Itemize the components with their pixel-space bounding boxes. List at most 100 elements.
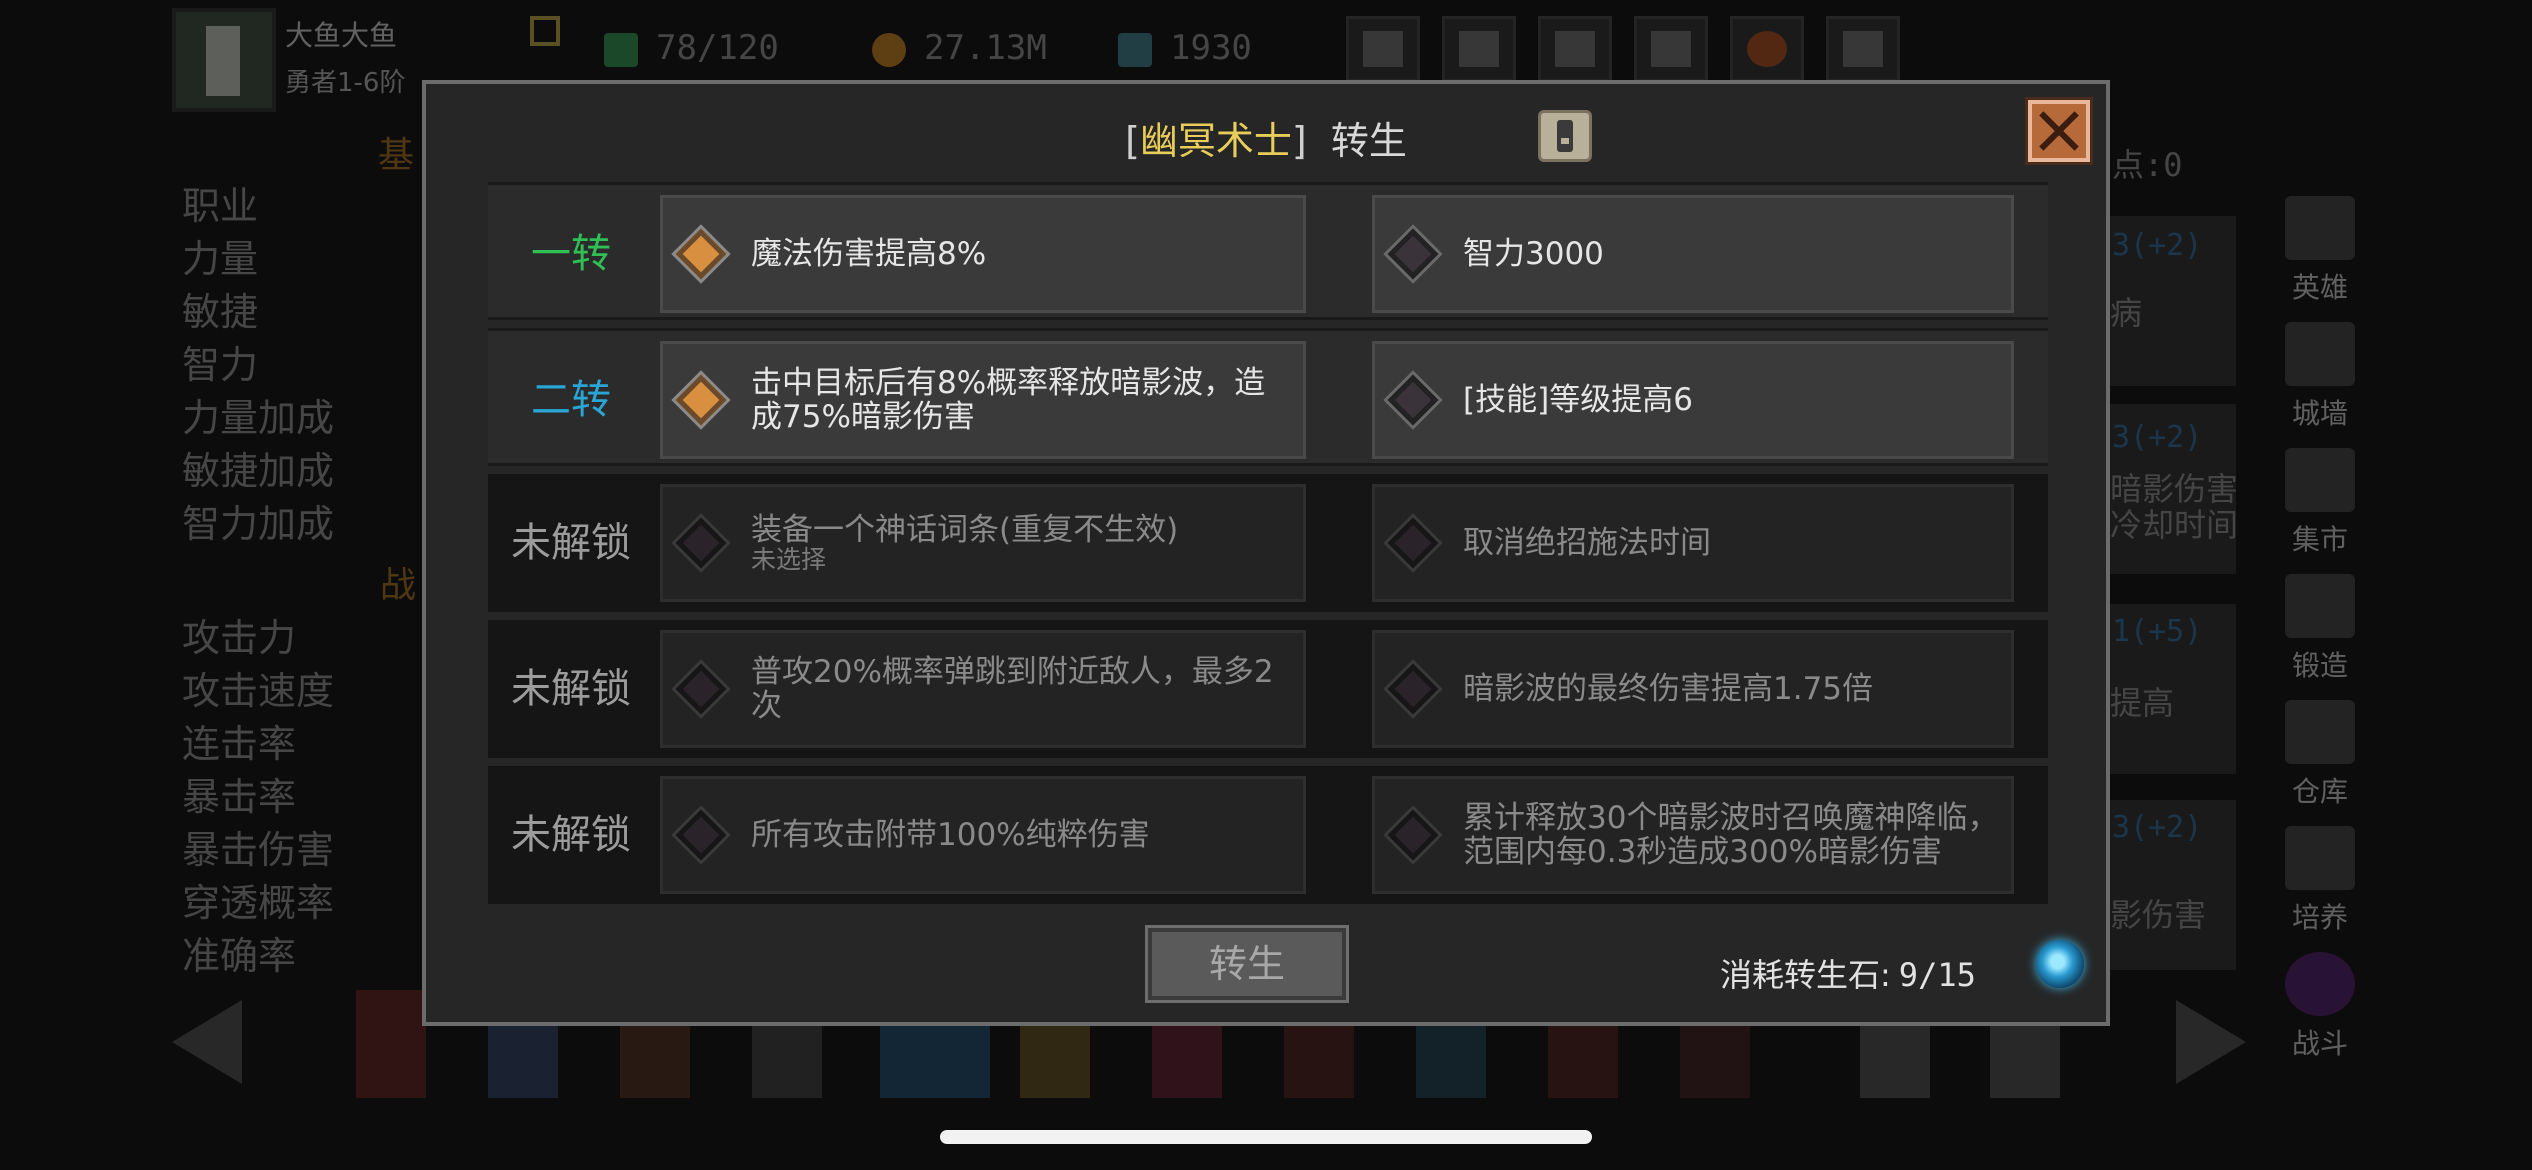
diamond-icon <box>1387 663 1439 715</box>
nav-market[interactable]: 集市 <box>2268 448 2372 560</box>
diamond-icon <box>675 517 727 569</box>
stat-label: 连击率 <box>182 722 297 766</box>
tier-option-right[interactable]: 取消绝招施法时间 <box>1372 484 2014 602</box>
diamond-selected-icon <box>675 374 727 426</box>
skill-desc: 冷却时间 <box>2110 506 2239 544</box>
diamond-icon <box>675 663 727 715</box>
skill-level-plus: 3(+2) <box>2112 810 2203 845</box>
section-battle-heading: 战 <box>380 565 417 606</box>
rebirth-stone-icon <box>2036 940 2084 988</box>
diamond-icon <box>675 809 727 861</box>
gem-resource: 1930 <box>1118 28 1252 68</box>
settings-gear-icon <box>1651 31 1691 67</box>
next-hero-arrow-icon[interactable] <box>2176 1000 2246 1084</box>
spider-web-icon <box>1843 31 1883 67</box>
diamond-icon <box>1387 517 1439 569</box>
shop-button[interactable] <box>1346 16 1420 82</box>
battle-stat-list: 攻击力 攻击速度 连击率 暴击率 暴击伤害 穿透概率 准确率 <box>182 612 334 983</box>
energy-resource: 78/120 <box>604 28 779 68</box>
stat-label: 智力加成 <box>182 502 335 546</box>
rebirth-button[interactable]: 转生 <box>1145 925 1349 1003</box>
nav-train[interactable]: 培养 <box>2268 826 2372 938</box>
stat-label: 攻击速度 <box>182 669 335 713</box>
nav-hero[interactable]: 英雄 <box>2268 196 2372 308</box>
tier-row-locked: 未解锁 普攻20%概率弹跳到附近敌人，最多2次 暗影波的最终伤害提高1.75倍 <box>488 620 2048 758</box>
option-text: 累计释放30个暗影波时召唤魔神降临，范围内每0.3秒造成300%暗影伤害 <box>1463 800 1999 870</box>
gold-resource: 27.13M <box>872 28 1047 68</box>
tier-option-right[interactable]: 暗影波的最终伤害提高1.75倍 <box>1372 630 2014 748</box>
tier-option-left[interactable]: 魔法伤害提高8% <box>660 195 1306 313</box>
option-subtext: 未选择 <box>751 545 827 574</box>
color-wheel-icon <box>1747 31 1787 67</box>
section-basic-heading: 基 <box>378 135 415 176</box>
hero-icon <box>2285 196 2355 260</box>
warehouse-icon <box>2285 700 2355 764</box>
gamepad-button[interactable] <box>1538 16 1612 82</box>
stat-label: 暴击伤害 <box>182 828 335 872</box>
tier-option-left[interactable]: 装备一个神话词条(重复不生效) 未选择 <box>660 484 1306 602</box>
stat-label: 敏捷加成 <box>182 449 335 493</box>
option-text: 普攻20%概率弹跳到附近敌人，最多2次 <box>751 654 1274 724</box>
player-avatar[interactable] <box>172 8 276 112</box>
mail-button[interactable] <box>1442 16 1516 82</box>
nav-forge[interactable]: 锻造 <box>2268 574 2372 686</box>
rebirth-dialog: [幽冥术士] 转生 一转 魔法伤害提高8% 智力3000 二转 击中目标后有8%… <box>422 80 2110 1026</box>
close-icon[interactable] <box>2025 97 2093 165</box>
tier-label: 未解锁 <box>511 812 631 858</box>
option-text: 取消绝招施法时间 <box>1463 525 1711 561</box>
web-button[interactable] <box>1826 16 1900 82</box>
market-icon <box>2285 448 2355 512</box>
portal-icon <box>2285 952 2355 1016</box>
nav-battle[interactable]: 战斗 <box>2268 952 2372 1064</box>
home-indicator[interactable] <box>940 1130 1592 1144</box>
tier-option-left[interactable]: 普攻20%概率弹跳到附近敌人，最多2次 <box>660 630 1306 748</box>
edit-name-icon[interactable] <box>530 16 560 46</box>
skill-level-plus: 3(+2) <box>2112 228 2203 263</box>
energy-icon <box>604 32 638 67</box>
stat-label: 敏捷 <box>182 290 259 334</box>
tier-option-right[interactable]: 智力3000 <box>1372 195 2014 313</box>
tier-option-left[interactable]: 所有攻击附带100%纯粹伤害 <box>660 776 1306 894</box>
shop-cart-icon <box>1363 31 1403 67</box>
tier-label: 未解锁 <box>511 666 631 712</box>
anvil-icon <box>2285 574 2355 638</box>
skill-level-plus: 3(+2) <box>2112 420 2203 455</box>
info-button[interactable] <box>1538 110 1592 162</box>
tier-label: 一转 <box>531 231 611 277</box>
diamond-icon <box>1387 228 1439 280</box>
option-text: 击中目标后有8%概率释放暗影波，造成75%暗影伤害 <box>751 365 1266 435</box>
diamond-icon <box>1387 374 1439 426</box>
tier-option-right[interactable]: 累计释放30个暗影波时召唤魔神降临，范围内每0.3秒造成300%暗影伤害 <box>1372 776 2014 894</box>
player-name: 大鱼大鱼 <box>285 19 398 52</box>
gold-coin-icon <box>872 32 906 67</box>
stat-label: 力量 <box>182 237 259 281</box>
skill-desc: 提高 <box>2110 684 2175 722</box>
basic-stat-list: 职业 力量 敏捷 智力 力量加成 敏捷加成 智力加成 <box>182 180 334 551</box>
hero-portrait[interactable] <box>356 990 426 1098</box>
tier-row-locked: 未解锁 装备一个神话词条(重复不生效) 未选择 取消绝招施法时间 <box>488 474 2048 612</box>
gem-icon <box>1118 32 1152 67</box>
gamepad-icon <box>1555 31 1595 67</box>
prev-hero-arrow-icon[interactable] <box>172 1000 242 1084</box>
title-bracket: [ <box>1125 119 1140 163</box>
option-text: 智力3000 <box>1463 236 1604 272</box>
stat-label: 智力 <box>182 343 259 387</box>
diamond-selected-icon <box>675 228 727 280</box>
tier-row: 二转 击中目标后有8%概率释放暗影波，造成75%暗影伤害 [技能]等级提高6 <box>488 328 2048 466</box>
stat-label: 准确率 <box>182 934 297 978</box>
stat-label: 职业 <box>182 184 259 228</box>
nav-wall[interactable]: 城墙 <box>2268 322 2372 434</box>
rebirth-stone-cost: 消耗转生石: 9/15 <box>1720 950 1976 996</box>
color-wheel-button[interactable] <box>1730 16 1804 82</box>
stat-label: 穿透概率 <box>182 881 335 925</box>
mail-icon <box>1459 31 1499 67</box>
cost-value: 9/15 <box>1898 956 1976 994</box>
title-bracket: ] <box>1291 119 1307 163</box>
settings-button[interactable] <box>1634 16 1708 82</box>
nav-warehouse[interactable]: 仓库 <box>2268 700 2372 812</box>
tier-option-right[interactable]: [技能]等级提高6 <box>1372 341 2014 459</box>
title-suffix: 转生 <box>1330 119 1407 163</box>
tier-option-left[interactable]: 击中目标后有8%概率释放暗影波，造成75%暗影伤害 <box>660 341 1306 459</box>
skill-desc: 病 <box>2110 294 2143 332</box>
player-rank: 勇者1-6阶 <box>285 68 406 98</box>
